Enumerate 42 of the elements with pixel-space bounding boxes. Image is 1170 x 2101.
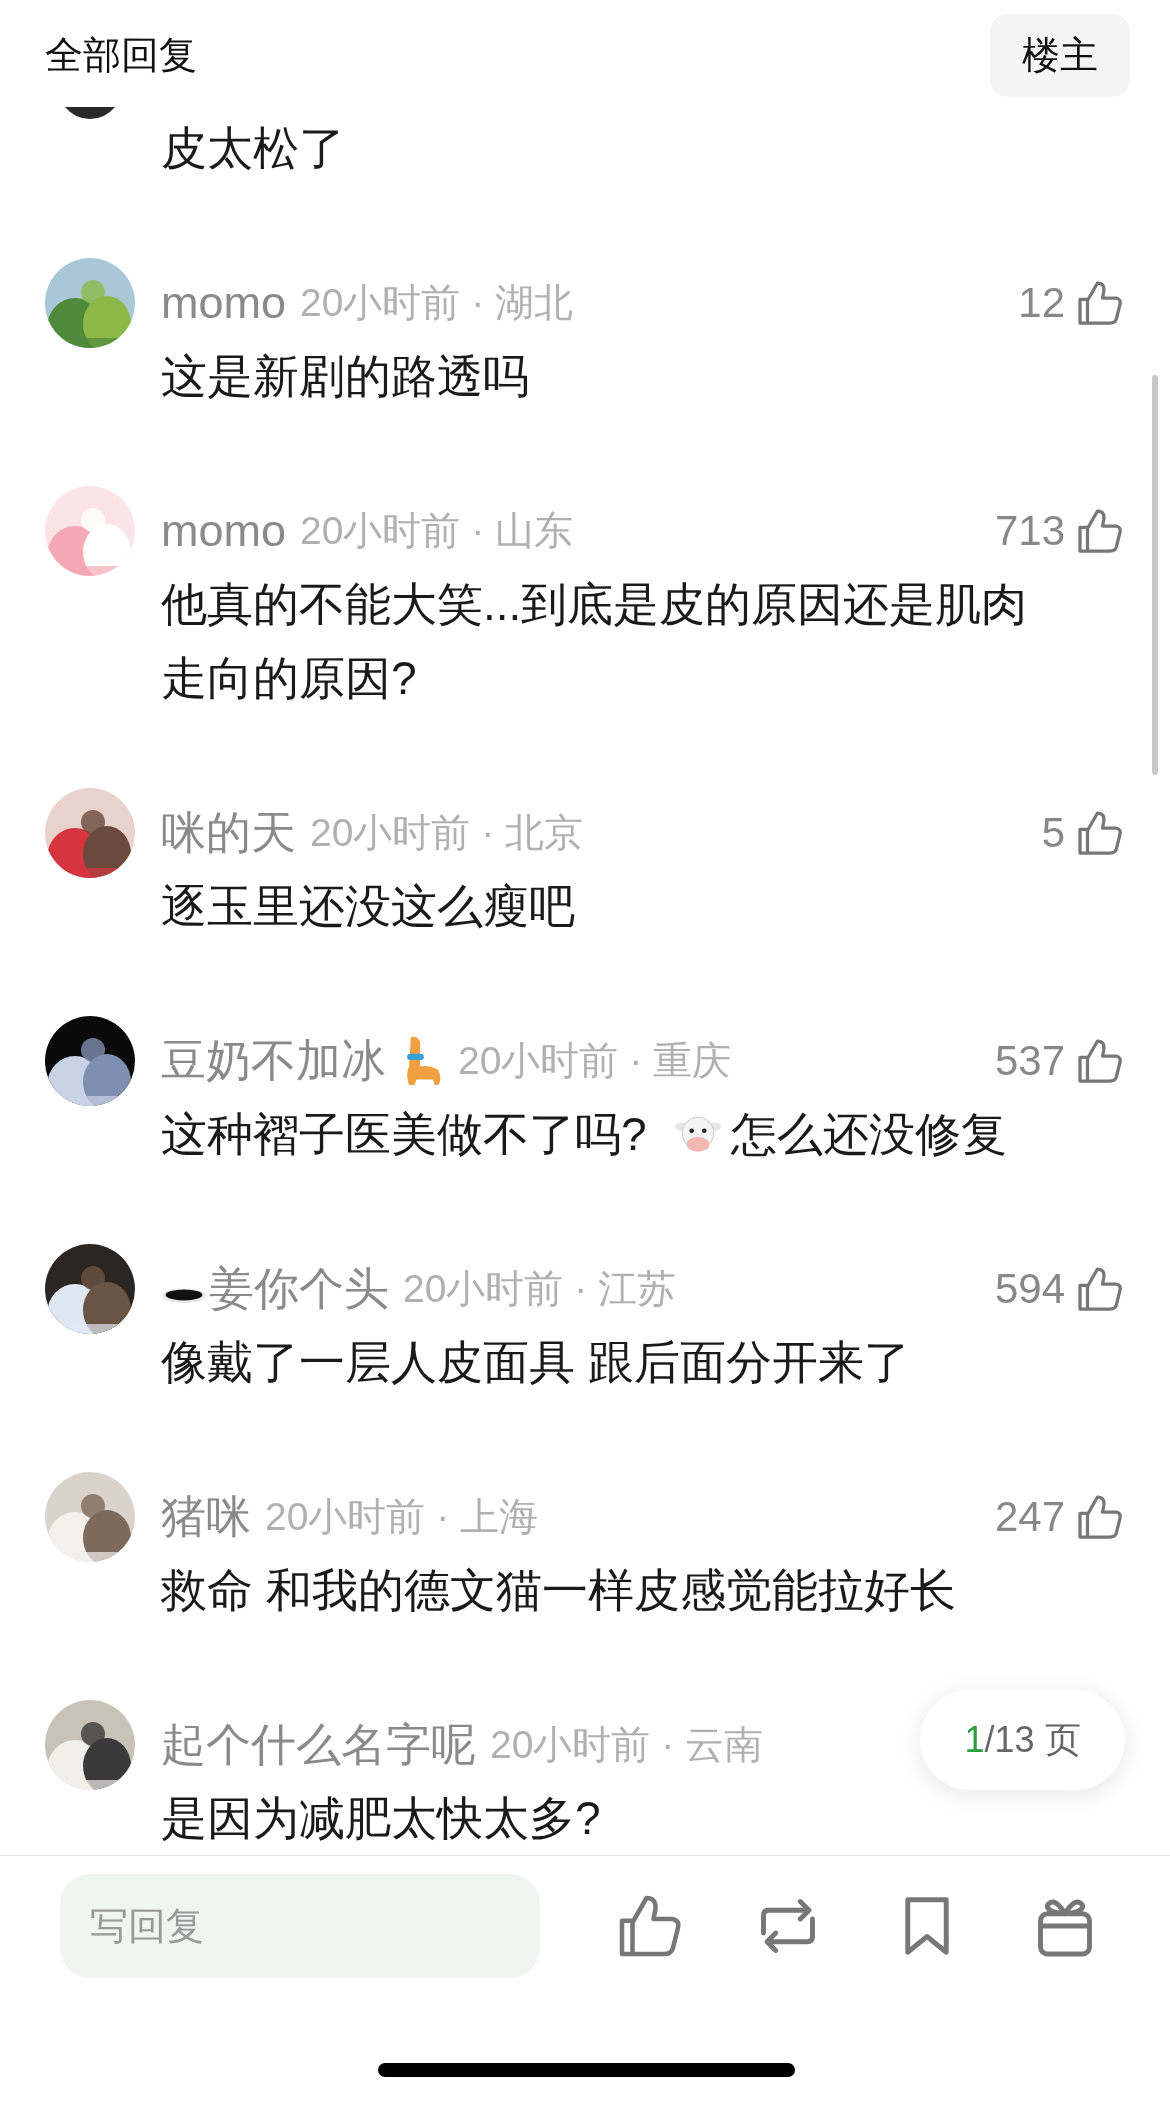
comment-text: 是因为减肥太快太多? xyxy=(161,1792,601,1844)
comment-text: 皮太松了 xyxy=(161,122,345,174)
like-icon[interactable] xyxy=(1075,1264,1125,1314)
comment-meta: 20小时前 · 山东 xyxy=(300,508,574,554)
like-icon[interactable] xyxy=(1075,1036,1125,1086)
comment-meta: 20小时前 · 上海 xyxy=(265,1494,539,1540)
comment-text: 逐玉里还没这么瘦吧 xyxy=(161,880,575,932)
comment-meta: 20小时前 · 江苏 xyxy=(403,1266,677,1312)
user-name[interactable]: momo xyxy=(161,505,287,557)
like-icon[interactable] xyxy=(1075,1492,1125,1542)
like-count: 12 xyxy=(1018,279,1065,327)
section-title: 全部回复 xyxy=(45,33,197,78)
scrollbar[interactable] xyxy=(1152,375,1158,775)
comment-text: 他真的不能大笑...到底是皮的原因还是肌肉走向的原因? xyxy=(161,578,1028,704)
page-indicator[interactable]: 1/13 页 xyxy=(920,1690,1125,1790)
current-page: 1 xyxy=(964,1719,985,1761)
user-name[interactable]: 起个什么名字呢 xyxy=(161,1715,476,1775)
comment-meta: 20小时前 · 重庆 xyxy=(458,1038,732,1084)
comment-meta: 20小时前 · 北京 xyxy=(310,810,584,856)
comment-text: 怎么还没修复 xyxy=(730,1108,1007,1160)
comment-text: 像戴了一层人皮面具 跟后面分开来了 xyxy=(161,1336,910,1388)
comment-text: 这种褶子医美做不了吗? xyxy=(161,1108,647,1160)
comment-text: 救命 和我的德文猫一样皮感觉能拉好长 xyxy=(161,1564,956,1616)
user-name[interactable]: 猪咪 xyxy=(161,1487,251,1547)
user-name[interactable]: momo xyxy=(161,277,287,329)
user-name[interactable]: 咪的天 xyxy=(161,803,296,863)
like-count: 713 xyxy=(994,507,1065,555)
comment-text: 这是新剧的路透吗 xyxy=(161,350,529,402)
page-total: /13 页 xyxy=(984,1717,1081,1762)
owner-filter-button[interactable]: 楼主 xyxy=(990,14,1130,97)
like-icon[interactable] xyxy=(1075,506,1125,556)
like-icon[interactable] xyxy=(1075,278,1125,328)
like-icon[interactable] xyxy=(1075,808,1125,858)
like-count: 247 xyxy=(994,1493,1065,1541)
user-name[interactable]: 豆奶不加冰 xyxy=(161,1031,386,1091)
like-count: 5 xyxy=(1041,809,1065,857)
comment-meta: 20小时前 · 湖北 xyxy=(300,280,574,326)
comment-meta: 20小时前 · 云南 xyxy=(490,1722,764,1768)
reply-field[interactable]: 写回复 xyxy=(60,1874,540,1978)
like-count: 594 xyxy=(994,1265,1065,1313)
like-count: 537 xyxy=(994,1037,1065,1085)
user-name[interactable]: 姜你个头 xyxy=(209,1259,389,1319)
